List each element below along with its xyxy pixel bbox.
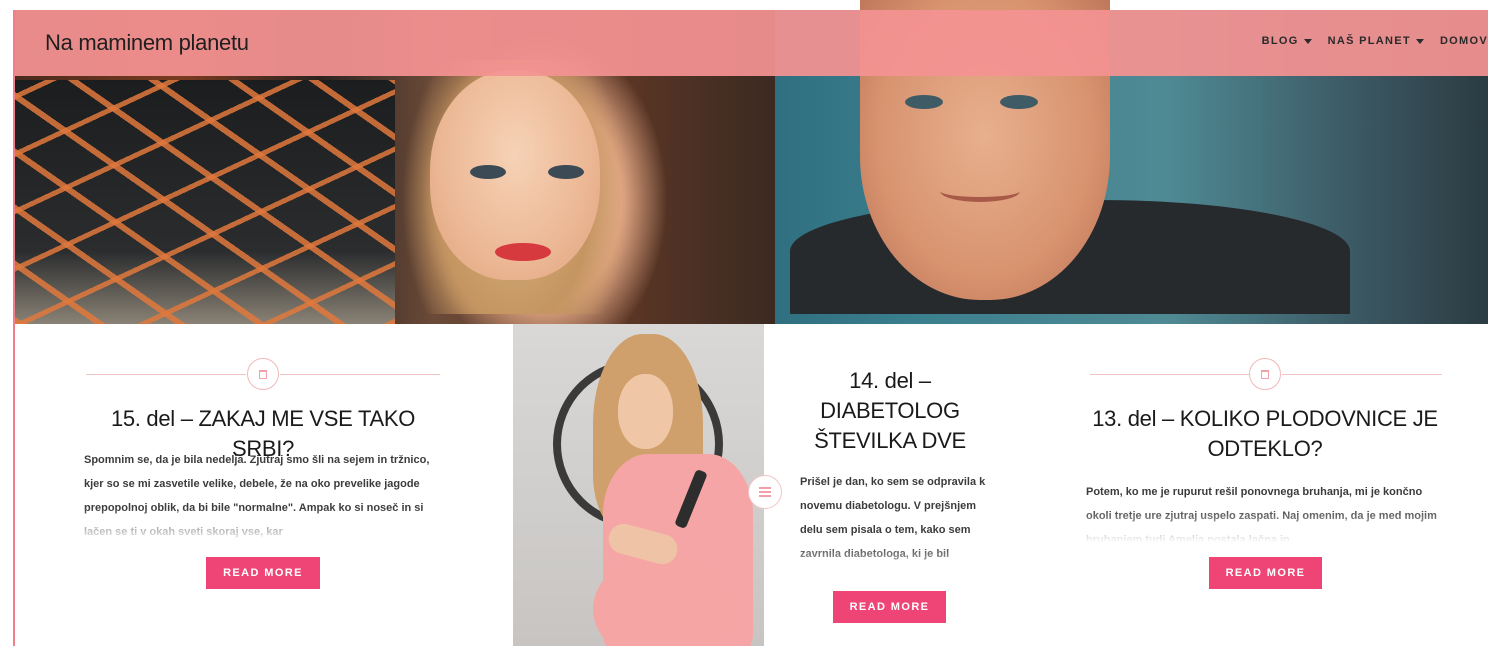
main-nav: BLOG NAŠ PLANET DOMOV: [1246, 35, 1488, 47]
divider-line: [1282, 374, 1442, 375]
thumbnail-face: [618, 374, 673, 449]
post-title[interactable]: 14. del – DIABETOLOG ŠTEVILKA DVE: [790, 366, 990, 456]
man-smile: [940, 180, 1020, 202]
read-more-button[interactable]: READ MORE: [833, 591, 946, 623]
site-brand[interactable]: Na maminem planetu: [45, 30, 249, 56]
post-format-icon: [1249, 358, 1281, 390]
woman-eye-right: [548, 165, 584, 179]
caret-down-icon: [1415, 38, 1424, 44]
post-format-icon: [247, 358, 279, 390]
post-excerpt: Spomnim se, da je bila nedelja. Zjutraj …: [84, 448, 444, 544]
woman-eye-left: [470, 165, 506, 179]
nav-item-label: DOMOV: [1439, 35, 1488, 47]
excerpt-fade: [84, 508, 444, 544]
man-eye-left: [905, 95, 943, 109]
post-excerpt: Prišel je dan, ko sem se odpravila k nov…: [800, 470, 990, 580]
caret-down-icon: [1303, 38, 1312, 44]
nav-item-blog[interactable]: BLOG: [1262, 35, 1312, 47]
man-eye-right: [1000, 95, 1038, 109]
divider-line: [86, 374, 246, 375]
nav-item-domov[interactable]: DOMOV: [1440, 35, 1488, 47]
mosaic-wall: [15, 80, 395, 324]
read-more-button[interactable]: READ MORE: [206, 557, 320, 589]
excerpt-fade: [1086, 508, 1446, 544]
navbar: Na maminem planetu BLOG NAŠ PLANET DOMOV: [15, 10, 1488, 76]
woman-lips: [495, 243, 551, 261]
nav-item-label: BLOG: [1261, 35, 1299, 47]
divider-line: [280, 374, 440, 375]
read-more-button[interactable]: READ MORE: [1209, 557, 1322, 589]
nav-item-nas-planet[interactable]: NAŠ PLANET: [1328, 35, 1424, 47]
post-excerpt: Potem, ko me je rupurut rešil ponovnega …: [1086, 480, 1446, 544]
excerpt-fade: [800, 544, 990, 580]
page: Na maminem planetu BLOG NAŠ PLANET DOMOV…: [0, 0, 1488, 646]
post-format-icon: [748, 475, 782, 509]
divider-line: [1090, 374, 1250, 375]
post-thumbnail[interactable]: [513, 324, 764, 646]
post-title[interactable]: 13. del – KOLIKO PLODOVNICE JE ODTEKLO?: [1080, 404, 1450, 464]
top-strip: [0, 0, 1488, 10]
nav-item-label: NAŠ PLANET: [1327, 35, 1411, 47]
